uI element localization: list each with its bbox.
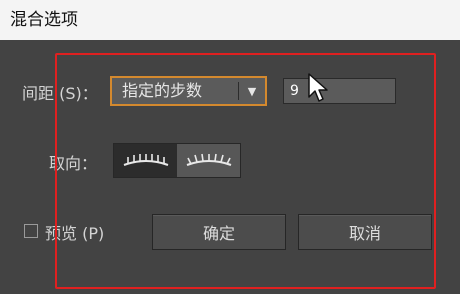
align-to-path-button[interactable] xyxy=(177,144,240,177)
dialog-title: 混合选项 xyxy=(10,10,78,30)
spacing-mode-value: 指定的步数 xyxy=(122,81,203,100)
orientation-label: 取向： xyxy=(49,154,98,173)
cancel-button-label: 取消 xyxy=(348,224,381,243)
cancel-button[interactable]: 取消 xyxy=(298,214,432,250)
align-to-page-button[interactable] xyxy=(114,144,177,177)
preview-label[interactable]: 预览 (P) xyxy=(45,220,104,244)
spacing-mode-dropdown[interactable]: 指定的步数 ▼ xyxy=(110,76,267,106)
triangle-down-icon[interactable]: ▼ xyxy=(239,78,265,104)
dialog-title-bar: 混合选项 xyxy=(0,0,460,40)
mouse-pointer-icon xyxy=(308,73,328,102)
preview-checkbox[interactable] xyxy=(24,224,38,238)
ok-button[interactable]: 确定 xyxy=(152,214,286,250)
ok-button-label: 确定 xyxy=(202,224,235,243)
steps-input[interactable] xyxy=(283,78,396,104)
orientation-toggle-group xyxy=(113,143,241,178)
align-to-path-icon xyxy=(186,153,231,166)
spacing-label: 间距 (S)： xyxy=(22,84,98,103)
align-to-page-icon xyxy=(123,153,168,166)
